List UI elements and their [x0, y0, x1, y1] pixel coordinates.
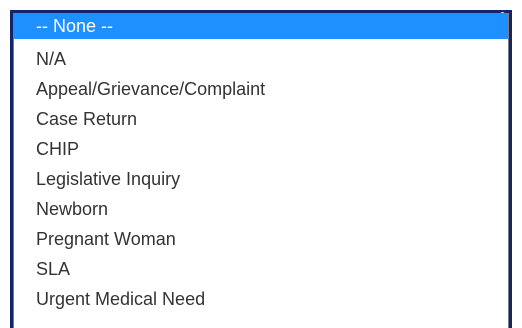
- dropdown-options-list[interactable]: -- None -- N/A Appeal/Grievance/Complain…: [13, 13, 509, 328]
- option-appeal-grievance-complaint[interactable]: Appeal/Grievance/Complaint: [14, 76, 508, 102]
- option-none[interactable]: -- None --: [14, 13, 508, 39]
- option-case-return[interactable]: Case Return: [14, 106, 508, 132]
- option-chip[interactable]: CHIP: [14, 136, 508, 162]
- dropdown-window: -- None -- N/A Appeal/Grievance/Complain…: [0, 0, 522, 328]
- option-na[interactable]: N/A: [14, 46, 508, 72]
- option-newborn[interactable]: Newborn: [14, 196, 508, 222]
- option-sla[interactable]: SLA: [14, 256, 508, 282]
- focus-border-right: [509, 10, 512, 328]
- option-legislative-inquiry[interactable]: Legislative Inquiry: [14, 166, 508, 192]
- option-urgent-medical-need[interactable]: Urgent Medical Need: [14, 286, 508, 312]
- option-pregnant-woman[interactable]: Pregnant Woman: [14, 226, 508, 252]
